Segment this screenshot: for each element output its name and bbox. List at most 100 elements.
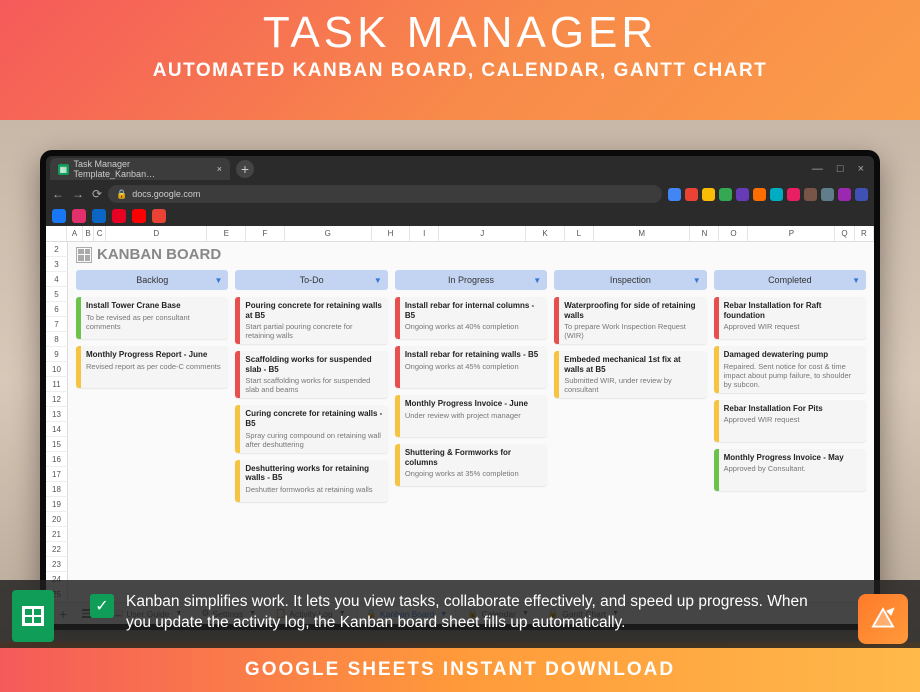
ext-icon[interactable]: [719, 188, 732, 201]
ext-icon[interactable]: [855, 188, 868, 201]
caption-text: Kanban simplifies work. It lets you view…: [126, 592, 830, 634]
card-title: Deshuttering works for retaining walls -…: [245, 464, 382, 483]
card-title: Damaged dewatering pump: [724, 350, 861, 360]
kanban-card[interactable]: Monthly Progress Report - June Revised re…: [76, 346, 228, 388]
card-title: Shuttering & Formworks for columns: [405, 448, 542, 467]
kanban-card[interactable]: Install rebar for retaining walls - B5 On…: [395, 346, 547, 388]
pinterest-icon[interactable]: [112, 209, 126, 223]
dropdown-icon[interactable]: ▼: [214, 276, 222, 285]
kanban-card[interactable]: Monthly Progress Invoice - MayApproved b…: [714, 449, 866, 491]
browser-chrome: ▦ Task Manager Template_Kanban… × + — □ …: [46, 156, 874, 226]
linkedin-icon[interactable]: [92, 209, 106, 223]
spreadsheet-app: A B C D E F G H I J K L M N O P Q R 2345…: [46, 226, 874, 624]
card-desc: Approved WIR request: [724, 322, 861, 331]
hero-title: TASK MANAGER: [0, 8, 920, 58]
forward-icon[interactable]: →: [72, 187, 84, 201]
ext-icon[interactable]: [804, 188, 817, 201]
card-title: Scaffolding works for suspended slab - B…: [245, 355, 382, 374]
card-desc: Revised report as per code-C comments: [86, 362, 223, 371]
caption-overlay: ✓ Kanban simplifies work. It lets you vi…: [0, 580, 920, 648]
card-title: Monthly Progress Invoice - June: [405, 399, 542, 409]
ext-icon[interactable]: [685, 188, 698, 201]
kanban-card[interactable]: Pouring concrete for retaining walls at …: [235, 297, 387, 344]
card-title: Rebar Installation For Pits: [724, 404, 861, 414]
ext-icon[interactable]: [668, 188, 681, 201]
reload-icon[interactable]: ⟳: [92, 187, 102, 201]
card-title: Curing concrete for retaining walls - B5: [245, 409, 382, 428]
card-title: Pouring concrete for retaining walls at …: [245, 301, 382, 320]
dropdown-icon[interactable]: ▼: [852, 276, 860, 285]
card-desc: Ongoing works at 40% completion: [405, 322, 542, 331]
card-title: Monthly Progress Invoice - May: [724, 453, 861, 463]
bookmark-bar: [46, 206, 874, 226]
card-desc: Approved WIR request: [724, 415, 861, 424]
kanban-card[interactable]: Curing concrete for retaining walls - B5…: [235, 405, 387, 452]
card-title: Rebar Installation for Raft foundation: [724, 301, 861, 320]
card-title: Install rebar for retaining walls - B5: [405, 350, 542, 360]
column-headers: A B C D E F G H I J K L M N O P Q R: [46, 226, 874, 242]
kanban-card[interactable]: Install rebar for internal columns - B5 O…: [395, 297, 547, 339]
card-desc: Start partial pouring concrete for retai…: [245, 322, 382, 340]
brand-logo-icon: [858, 594, 908, 644]
ext-icon[interactable]: [821, 188, 834, 201]
kanban-card[interactable]: Monthly Progress Invoice - June Under rev…: [395, 395, 547, 437]
kanban-column-header[interactable]: Inspection▼: [554, 270, 706, 290]
kanban-column-header[interactable]: Completed▼: [714, 270, 866, 290]
kanban-column-header[interactable]: Backlog▼: [76, 270, 228, 290]
kanban-card[interactable]: Rebar Installation For PitsApproved WIR …: [714, 400, 866, 442]
ext-icon[interactable]: [736, 188, 749, 201]
card-title: Install rebar for internal columns - B5: [405, 301, 542, 320]
instagram-icon[interactable]: [72, 209, 86, 223]
sheet-grid[interactable]: KANBAN BOARD Backlog▼Install Tower Crane…: [68, 242, 874, 602]
kanban-card[interactable]: Deshuttering works for retaining walls -…: [235, 460, 387, 502]
card-desc: Submitted WIR, under review by consultan…: [564, 376, 701, 394]
kanban-card[interactable]: Shuttering & Formworks for columnsOngoin…: [395, 444, 547, 486]
card-title: Install Tower Crane Base: [86, 301, 223, 311]
new-tab-button[interactable]: +: [236, 160, 254, 178]
kanban-card[interactable]: Damaged dewatering pump Repaired. Sent no…: [714, 346, 866, 393]
laptop-frame: ▦ Task Manager Template_Kanban… × + — □ …: [40, 150, 880, 630]
card-desc: Under review with project manager: [405, 411, 542, 420]
close-window-icon[interactable]: ×: [858, 163, 864, 175]
card-desc: Start scaffolding works for suspended sl…: [245, 376, 382, 394]
card-desc: Deshutter formworks at retaining walls: [245, 485, 382, 494]
card-desc: Repaired. Sent notice for cost & time im…: [724, 362, 861, 389]
kanban-card[interactable]: Rebar Installation for Raft foundation Ap…: [714, 297, 866, 339]
youtube-icon[interactable]: [132, 209, 146, 223]
maximize-icon[interactable]: □: [837, 163, 844, 175]
footer-bar: GOOGLE SHEETS INSTANT DOWNLOAD: [0, 648, 920, 692]
card-desc: Spray curing compound on retaining wall …: [245, 431, 382, 449]
card-desc: To be revised as per consultant comments: [86, 313, 223, 331]
facebook-icon[interactable]: [52, 209, 66, 223]
card-title: Monthly Progress Report - June: [86, 350, 223, 360]
ext-icon[interactable]: [787, 188, 800, 201]
close-tab-icon[interactable]: ×: [217, 164, 222, 174]
hero-subtitle: AUTOMATED KANBAN BOARD, CALENDAR, GANTT …: [0, 60, 920, 82]
extension-icons: [668, 188, 868, 201]
kanban-card[interactable]: Waterproofing for side of retaining wall…: [554, 297, 706, 344]
ext-icon[interactable]: [702, 188, 715, 201]
kanban-column-header[interactable]: To-Do▼: [235, 270, 387, 290]
dropdown-icon[interactable]: ▼: [533, 276, 541, 285]
browser-tab[interactable]: ▦ Task Manager Template_Kanban… ×: [50, 158, 230, 180]
gmail-icon[interactable]: [152, 209, 166, 223]
dropdown-icon[interactable]: ▼: [693, 276, 701, 285]
kanban-card[interactable]: Embeded mechanical 1st fix at walls at B…: [554, 351, 706, 398]
card-desc: Ongoing works at 45% completion: [405, 362, 542, 371]
ext-icon[interactable]: [753, 188, 766, 201]
card-desc: To prepare Work Inspection Request (WIR): [564, 322, 701, 340]
kanban-card[interactable]: Install Tower Crane Base To be revised as…: [76, 297, 228, 339]
dropdown-icon[interactable]: ▼: [374, 276, 382, 285]
kanban-column-header[interactable]: In Progress▼: [395, 270, 547, 290]
back-icon[interactable]: ←: [52, 187, 64, 201]
minimize-icon[interactable]: —: [812, 163, 823, 175]
address-bar[interactable]: 🔒 docs.google.com: [108, 185, 662, 203]
ext-icon[interactable]: [838, 188, 851, 201]
kanban-card[interactable]: Scaffolding works for suspended slab - B…: [235, 351, 387, 398]
card-desc: Approved by Consultant.: [724, 464, 861, 473]
checkmark-icon: ✓: [90, 594, 114, 618]
card-title: Waterproofing for side of retaining wall…: [564, 301, 701, 320]
google-sheets-logo-icon: [12, 590, 54, 642]
ext-icon[interactable]: [770, 188, 783, 201]
row-headers: 2345678910111213141516171819202122232425: [46, 242, 68, 602]
